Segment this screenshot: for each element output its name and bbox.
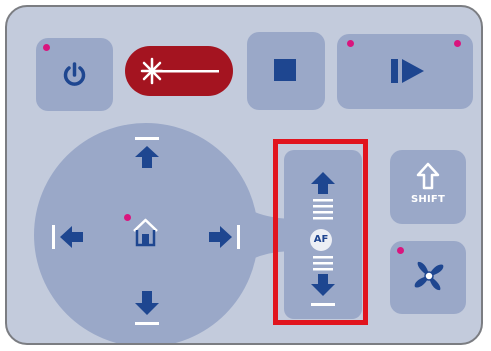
- power-icon: [63, 62, 86, 86]
- stop-icon: [274, 59, 296, 81]
- dpad-up-button[interactable]: [122, 131, 172, 176]
- home-indicator-dot: [124, 214, 131, 221]
- power-button[interactable]: [36, 38, 113, 111]
- shift-arrow-icon: [416, 162, 440, 190]
- af-highlight-box: [273, 139, 368, 325]
- play-pause-icon: [391, 59, 424, 83]
- dpad-home-button[interactable]: [122, 212, 167, 257]
- dpad-left-button[interactable]: [49, 217, 94, 257]
- fan-button[interactable]: [390, 241, 466, 314]
- play-indicator-dot-right: [454, 40, 461, 47]
- laser-icon: [140, 57, 219, 85]
- shift-button[interactable]: SHIFT: [390, 150, 466, 224]
- power-indicator-dot: [43, 44, 50, 51]
- fan-indicator-dot: [397, 247, 404, 254]
- fan-icon: [414, 261, 444, 291]
- play-indicator-dot-left: [347, 40, 354, 47]
- control-panel: AF SHIFT: [5, 5, 483, 345]
- arrow-left-icon: [52, 225, 83, 249]
- home-icon: [133, 218, 158, 247]
- laser-button[interactable]: [125, 46, 233, 96]
- arrow-right-icon: [209, 225, 240, 249]
- dpad-right-button[interactable]: [200, 217, 245, 257]
- play-button[interactable]: [337, 34, 473, 109]
- stop-button[interactable]: [247, 32, 325, 110]
- dpad-down-button[interactable]: [122, 285, 172, 330]
- arrow-up-icon: [135, 137, 159, 168]
- arrow-down-icon: [135, 291, 159, 325]
- shift-label: SHIFT: [411, 194, 445, 205]
